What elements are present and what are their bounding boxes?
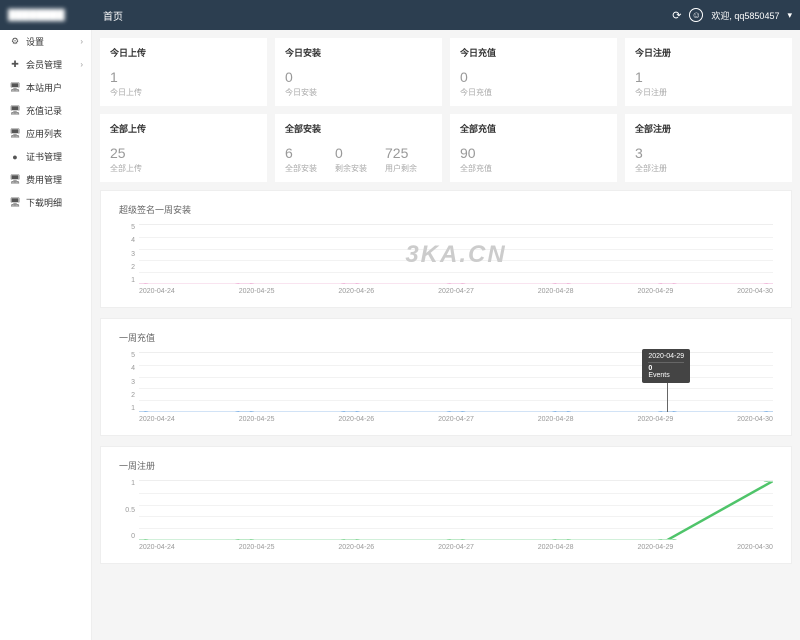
stat-card: 全部充值 90 全部充值 — [450, 114, 617, 182]
sidebar: ⚙ 设置 › ✚ 会员管理 › 🖥 本站用户 🖥 充值记录 🖥 应用列表 ● 证书管理 🖥 费用管理 🖥 下载明细 — [0, 30, 92, 640]
top-header: ████████ 首页 ⟳ ☺ 欢迎, qq5850457 ▾ — [0, 0, 800, 30]
sidebar-label: 费用管理 — [26, 173, 62, 186]
card-title: 今日注册 — [635, 46, 782, 59]
stat-card: 今日安装 0 今日安装 — [275, 38, 442, 106]
brand-logo: ████████ — [8, 10, 93, 21]
sidebar-label: 本站用户 — [26, 81, 62, 94]
stat-number: 0 — [335, 145, 367, 161]
stat-label: 全部注册 — [635, 163, 667, 174]
stat-label: 全部安装 — [285, 163, 317, 174]
stat-card: 全部注册 3 全部注册 — [625, 114, 792, 182]
stat-number: 90 — [460, 145, 492, 161]
chart-plot[interactable]: 3KA.CN — [139, 224, 773, 284]
chevron-right-icon: › — [80, 37, 83, 46]
sidebar-item-1[interactable]: ✚ 会员管理 › — [0, 53, 91, 76]
card-title: 全部充值 — [460, 122, 607, 135]
y-axis: 54321 — [119, 352, 139, 412]
card-title: 全部安装 — [285, 122, 432, 135]
chart-title: 一周注册 — [119, 459, 773, 472]
x-axis: 2020-04-242020-04-252020-04-262020-04-27… — [139, 288, 773, 295]
stat-card: 今日注册 1 今日注册 — [625, 38, 792, 106]
cards-row-today: 今日上传1今日上传今日安装0今日安装今日充值0今日充值今日注册1今日注册 — [100, 38, 792, 106]
stat-label: 今日充值 — [460, 87, 492, 98]
user-caret-icon[interactable]: ▾ — [787, 10, 792, 21]
sidebar-item-7[interactable]: 🖥 下载明细 — [0, 191, 91, 214]
sidebar-label: 会员管理 — [26, 58, 62, 71]
stat-number: 0 — [285, 69, 317, 85]
card-title: 全部上传 — [110, 122, 257, 135]
stat-label: 用户剩余 — [385, 163, 417, 174]
stat-label: 全部上传 — [110, 163, 142, 174]
chart-title: 超级签名一周安装 — [119, 203, 773, 216]
chart-plot[interactable]: 2020-04-290Events — [139, 352, 773, 412]
sidebar-icon: ● — [8, 152, 22, 162]
chevron-right-icon: › — [80, 60, 83, 69]
y-axis: 54321 — [119, 224, 139, 284]
sidebar-icon: 🖥 — [8, 105, 22, 116]
stat-number: 6 — [285, 145, 317, 161]
x-axis: 2020-04-242020-04-252020-04-262020-04-27… — [139, 544, 773, 551]
y-axis: 10.50 — [119, 480, 139, 540]
chart-title: 一周充值 — [119, 331, 773, 344]
sidebar-label: 证书管理 — [26, 150, 62, 163]
stat-card: 今日充值 0 今日充值 — [450, 38, 617, 106]
stat-number: 1 — [635, 69, 667, 85]
stat-number: 1 — [110, 69, 142, 85]
header-right: ⟳ ☺ 欢迎, qq5850457 ▾ — [672, 8, 792, 22]
sidebar-icon: 🖥 — [8, 174, 22, 185]
sidebar-icon: 🖥 — [8, 197, 22, 208]
sidebar-item-3[interactable]: 🖥 充值记录 — [0, 99, 91, 122]
card-title: 今日上传 — [110, 46, 257, 59]
chart-box: 一周注册 10.502020-04-242020-04-252020-04-262… — [100, 446, 792, 564]
sidebar-label: 应用列表 — [26, 127, 62, 140]
chart-plot[interactable] — [139, 480, 773, 540]
chart-box: 超级签名一周安装 54321 3KA.CN 2020-04-242020-04-252… — [100, 190, 792, 308]
stat-card: 今日上传 1 今日上传 — [100, 38, 267, 106]
sidebar-icon: 🖥 — [8, 128, 22, 139]
welcome-text: 欢迎, qq5850457 — [711, 9, 779, 22]
sidebar-icon: ✚ — [8, 59, 22, 70]
stat-label: 今日上传 — [110, 87, 142, 98]
nav-home[interactable]: 首页 — [93, 8, 133, 23]
stat-card: 全部上传 25 全部上传 — [100, 114, 267, 182]
stat-label: 今日注册 — [635, 87, 667, 98]
x-axis: 2020-04-242020-04-252020-04-262020-04-27… — [139, 416, 773, 423]
card-title: 今日安装 — [285, 46, 432, 59]
chart-box: 一周充值 54321 2020-04-290Events 2020-04-242020… — [100, 318, 792, 436]
stat-number: 725 — [385, 145, 417, 161]
sidebar-item-6[interactable]: 🖥 费用管理 — [0, 168, 91, 191]
refresh-icon[interactable]: ⟳ — [672, 9, 681, 22]
sidebar-icon: 🖥 — [8, 82, 22, 93]
stat-number: 3 — [635, 145, 667, 161]
cards-row-total: 全部上传25全部上传全部安装6全部安装0剩余安装725用户剩余全部充值90全部充… — [100, 114, 792, 182]
stat-card: 全部安装 6 全部安装 0 剩余安装 725 用户剩余 — [275, 114, 442, 182]
chart-tooltip: 2020-04-290Events — [642, 349, 690, 383]
watermark: 3KA.CN — [405, 241, 506, 269]
card-title: 今日充值 — [460, 46, 607, 59]
stat-label: 剩余安装 — [335, 163, 367, 174]
sidebar-icon: ⚙ — [8, 36, 22, 47]
stat-number: 0 — [460, 69, 492, 85]
sidebar-item-4[interactable]: 🖥 应用列表 — [0, 122, 91, 145]
card-title: 全部注册 — [635, 122, 782, 135]
sidebar-label: 设置 — [26, 35, 44, 48]
sidebar-label: 下载明细 — [26, 196, 62, 209]
user-avatar-icon[interactable]: ☺ — [689, 8, 703, 22]
sidebar-item-5[interactable]: ● 证书管理 — [0, 145, 91, 168]
sidebar-item-2[interactable]: 🖥 本站用户 — [0, 76, 91, 99]
stat-label: 今日安装 — [285, 87, 317, 98]
stat-number: 25 — [110, 145, 142, 161]
sidebar-label: 充值记录 — [26, 104, 62, 117]
main-content: 今日上传1今日上传今日安装0今日安装今日充值0今日充值今日注册1今日注册 全部上… — [92, 30, 800, 640]
stat-label: 全部充值 — [460, 163, 492, 174]
sidebar-item-0[interactable]: ⚙ 设置 › — [0, 30, 91, 53]
